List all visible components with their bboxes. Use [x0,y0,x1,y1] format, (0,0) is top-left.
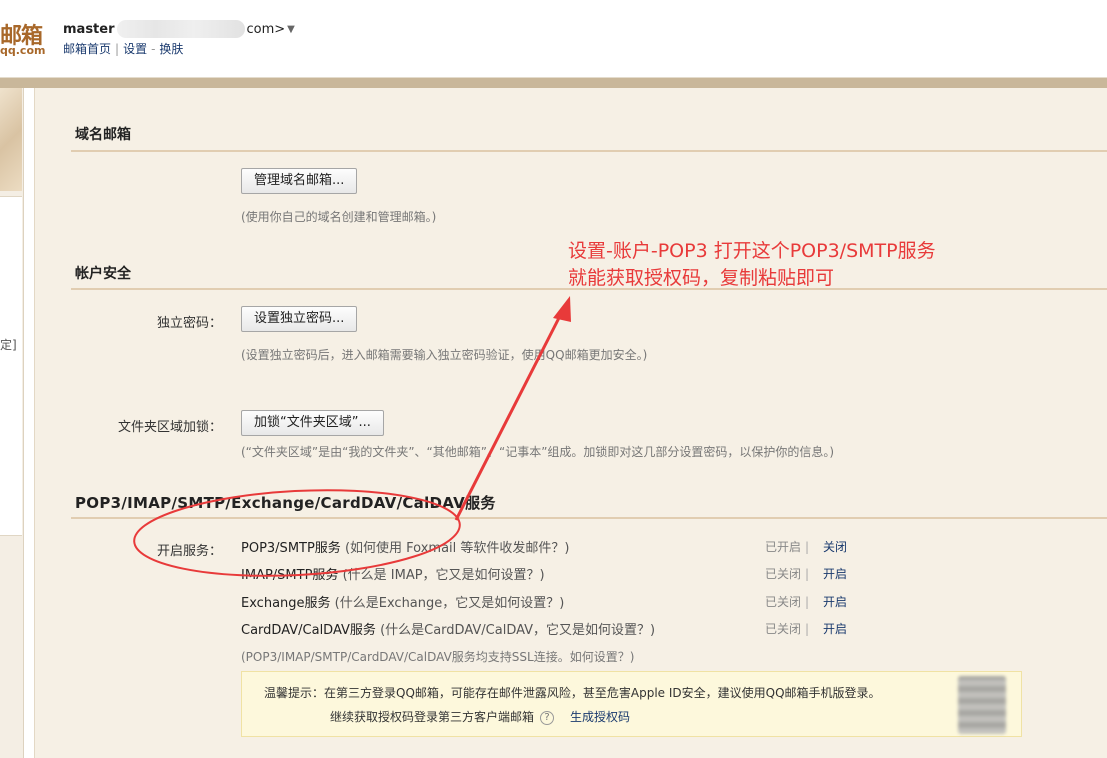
service-help-link[interactable]: (什么是Exchange，它又是如何设置？) [335,596,565,611]
service-help-link[interactable]: (什么是 IMAP，它又是如何设置？) [343,568,545,583]
status-separator: | [805,567,810,581]
sidebar-cut-text: 定] [0,338,17,352]
account-switcher[interactable]: master com> ▼ [63,20,295,38]
service-help-link[interactable]: (什么是CardDAV/CalDAV，它又是如何设置？) [380,623,655,638]
status-separator: | [805,595,810,609]
account-redacted [116,20,245,38]
help-question-icon[interactable]: ? [540,710,555,725]
header-band [0,78,1107,88]
service-exchange: Exchange服务 (什么是Exchange，它又是如何设置？) [241,592,564,611]
service-name: IMAP/SMTP服务 [241,568,339,583]
service-toggle-link[interactable]: 开启 [823,593,847,610]
tip-continue-text: 继续获取授权码登录第三方客户端邮箱 [330,710,535,724]
service-imap-smtp: IMAP/SMTP服务 (什么是 IMAP，它又是如何设置？) [241,564,545,583]
enable-services-label: 开启服务： [156,544,222,559]
account-username: master [63,21,115,37]
section-rule [71,150,1107,152]
lock-folders-button[interactable]: 加锁“文件夹区域”... [241,410,384,436]
warning-tip-box: 温馨提示：在第三方登录QQ邮箱，可能存在邮件泄露风险，甚至危害Apple ID安… [241,671,1022,737]
annotation-line-2: 就能获取授权码，复制粘贴即可 [568,267,835,289]
service-name: POP3/SMTP服务 [241,541,341,556]
status-text: 已关闭 [765,622,802,636]
sidebar-panel [0,196,22,536]
service-help-link[interactable]: (如何使用 Foxmail 等软件收发邮件？) [345,541,570,556]
qr-code-redacted [958,676,1006,734]
left-sidebar: 定] [0,88,24,758]
section-rule [71,517,1107,519]
generate-auth-code-link[interactable]: 生成授权码 [570,710,630,724]
nav-skin[interactable]: 换肤 [159,42,183,56]
nav-dash: - [151,42,156,56]
logo-url: qq.com [0,44,46,57]
set-password-button[interactable]: 设置独立密码... [241,306,358,332]
status-separator: | [805,622,810,636]
status-text: 已开启 [765,540,802,554]
service-status: 已关闭 | [765,620,813,637]
nav-separator: | [115,42,120,56]
top-header: 邮箱 qq.com master com> ▼ 邮箱首页 | 设置 - 换肤 [0,0,1107,78]
tip-continue-line: 继续获取授权码登录第三方客户端邮箱? 生成授权码 [330,708,630,725]
status-text: 已关闭 [765,595,802,609]
ssl-note[interactable]: (POP3/IMAP/SMTP/CardDAV/CalDAV服务均支持SSL连接… [241,648,634,665]
account-domain: com> [246,21,286,37]
manage-domain-button[interactable]: 管理域名邮箱... [241,168,358,194]
password-hint: (设置独立密码后，进入邮箱需要输入独立密码验证，使用QQ邮箱更加安全。) [241,348,648,362]
section-title-domain: 域名邮箱 [75,127,131,143]
status-text: 已关闭 [765,567,802,581]
nav-mail-home[interactable]: 邮箱首页 [63,42,111,56]
service-status: 已关闭 | [765,593,813,610]
domain-hint: (使用你自己的域名创建和管理邮箱。) [241,210,437,224]
tip-text: 温馨提示：在第三方登录QQ邮箱，可能存在邮件泄露风险，甚至危害Apple ID安… [264,686,881,700]
service-toggle-link[interactable]: 开启 [823,620,847,637]
status-separator: | [805,540,810,554]
folder-lock-label: 文件夹区域加锁： [117,420,222,435]
caret-down-icon[interactable]: ▼ [287,24,295,35]
service-status: 已关闭 | [765,565,813,582]
service-pop3-smtp: POP3/SMTP服务 (如何使用 Foxmail 等软件收发邮件？) [241,537,569,556]
nav-settings[interactable]: 设置 [123,42,147,56]
service-status: 已开启 | [765,538,813,555]
header-nav: 邮箱首页 | 设置 - 换肤 [63,40,183,57]
annotation-line-1: 设置-账户-POP3 打开这个POP3/SMTP服务 [568,240,936,262]
folder-lock-hint: (“文件夹区域”是由“我的文件夹”、“其他邮箱”、“记事本”组成。加锁即对这几部… [241,445,835,459]
service-name: Exchange服务 [241,596,331,611]
service-carddav-caldav: CardDAV/CalDAV服务 (什么是CardDAV/CalDAV，它又是如… [241,619,655,638]
service-name: CardDAV/CalDAV服务 [241,623,376,638]
section-title-services: POP3/IMAP/SMTP/Exchange/CardDAV/CalDAV服务 [75,494,496,512]
independent-password-label: 独立密码： [156,316,222,331]
service-toggle-link[interactable]: 关闭 [823,538,847,555]
sidebar-banner [0,88,22,191]
section-title-security: 帐户安全 [75,266,131,282]
service-toggle-link[interactable]: 开启 [823,565,847,582]
